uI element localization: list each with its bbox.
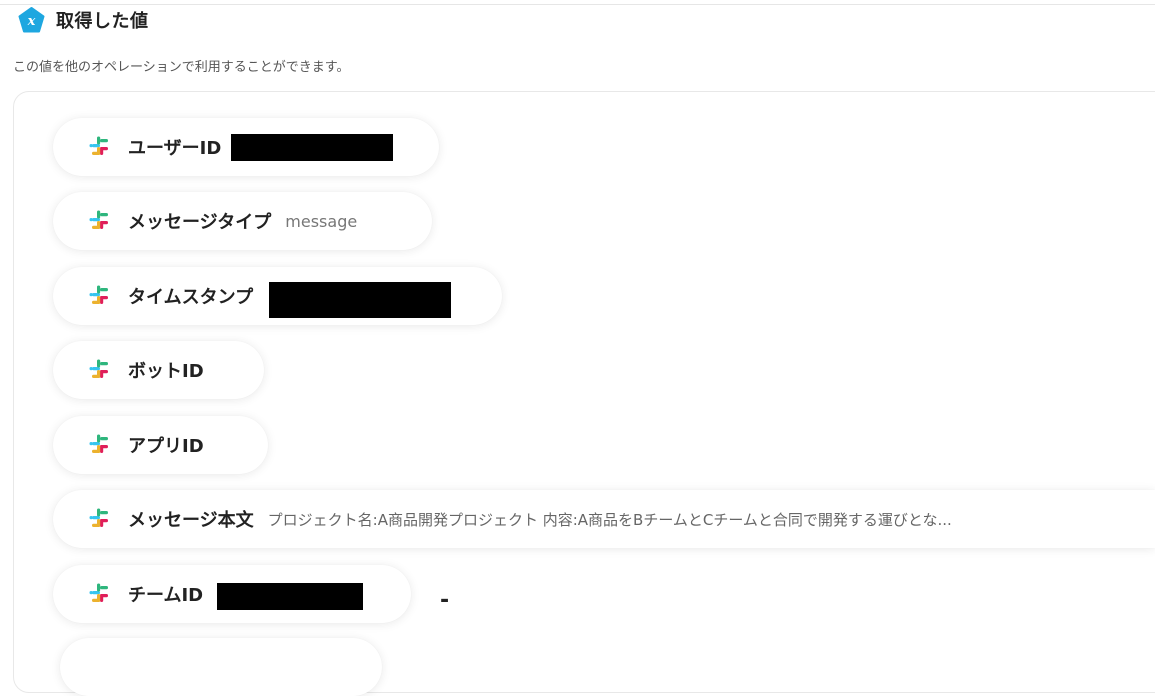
- section-title: 取得した値: [56, 11, 149, 32]
- value-label: アプリID: [128, 436, 204, 457]
- value-pill-bot-id[interactable]: ボットID: [53, 341, 264, 399]
- value-pill-next[interactable]: [60, 638, 382, 696]
- value-label: ボットID: [128, 361, 204, 382]
- redacted-value: [269, 282, 452, 318]
- redacted-value: [231, 133, 394, 161]
- top-divider: [0, 0, 1155, 5]
- redacted-value: [217, 582, 364, 610]
- slack-icon: [89, 285, 111, 307]
- variable-x-icon: x: [18, 7, 45, 33]
- value-label: タイムスタンプ: [128, 287, 254, 308]
- value-pill-user-id[interactable]: ユーザーID: [53, 118, 439, 176]
- svg-text:x: x: [27, 14, 36, 29]
- value-text: プロジェクト名:A商品開発プロジェクト 内容:A商品をBチームとCチームと合同で…: [267, 510, 952, 529]
- section-header: x 取得した値: [18, 6, 149, 34]
- slack-icon: [89, 210, 111, 232]
- value-label: メッセージタイプ: [128, 212, 272, 233]
- slack-icon: [89, 434, 111, 456]
- slack-icon: [89, 583, 111, 605]
- value-label: ユーザーID: [128, 138, 222, 159]
- value-pill-team-id[interactable]: チームID: [53, 565, 411, 623]
- slack-icon: [89, 508, 111, 530]
- slack-icon: [89, 359, 111, 381]
- value-pill-message-body[interactable]: メッセージ本文 プロジェクト名:A商品開発プロジェクト 内容:A商品をBチームと…: [53, 490, 1155, 548]
- value-label: チームID: [128, 585, 204, 606]
- value-pill-timestamp[interactable]: タイムスタンプ: [53, 267, 502, 325]
- value-pill-message-type[interactable]: メッセージタイプ message: [53, 192, 432, 250]
- value-pill-app-id[interactable]: アプリID: [53, 416, 268, 474]
- trailing-dash: -: [440, 588, 450, 613]
- value-label: メッセージ本文: [128, 510, 254, 531]
- section-description: この値を他のオペレーションで利用することができます。: [13, 60, 350, 75]
- value-text: message: [285, 211, 358, 231]
- slack-icon: [89, 136, 111, 158]
